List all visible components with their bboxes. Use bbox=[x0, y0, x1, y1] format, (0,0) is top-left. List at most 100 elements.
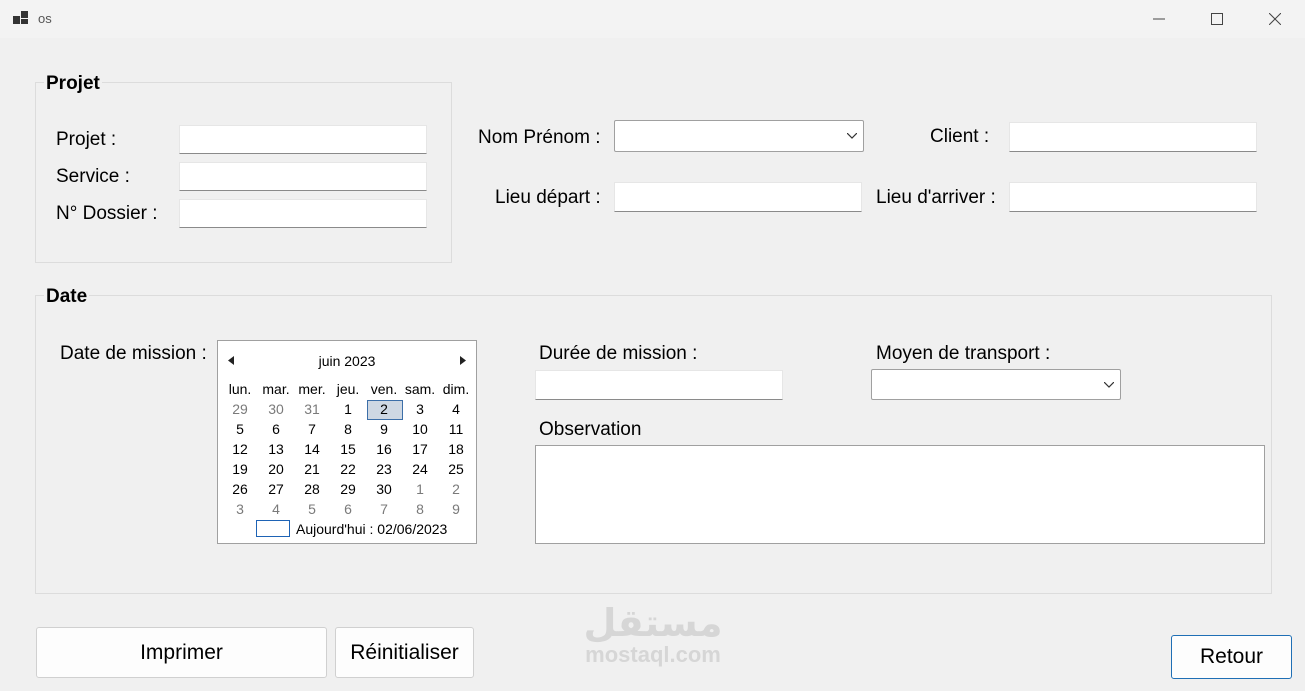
month-calendar[interactable]: juin 2023 lun. mar. mer. jeu. ven. sam. dim. 29… bbox=[217, 340, 477, 544]
maximize-button[interactable] bbox=[1188, 0, 1246, 38]
weekday-header: mer. bbox=[298, 381, 326, 397]
calendar-day[interactable]: 27 bbox=[258, 479, 294, 499]
calendar-day[interactable]: 7 bbox=[366, 499, 402, 519]
calendar-day[interactable]: 30 bbox=[258, 399, 294, 419]
calendar-day[interactable]: 23 bbox=[366, 459, 402, 479]
calendar-day[interactable]: 3 bbox=[222, 499, 258, 519]
calendar-day[interactable]: 30 bbox=[366, 479, 402, 499]
calendar-day[interactable]: 5 bbox=[294, 499, 330, 519]
app-icon bbox=[13, 11, 29, 25]
calendar-day[interactable]: 3 bbox=[402, 399, 438, 419]
calendar-day[interactable]: 19 bbox=[222, 459, 258, 479]
calendar-day[interactable]: 28 bbox=[294, 479, 330, 499]
watermark-arabic: مستقل bbox=[583, 601, 723, 645]
calendar-day[interactable]: 8 bbox=[330, 419, 366, 439]
weekday-header: sam. bbox=[404, 381, 436, 397]
calendar-day[interactable]: 31 bbox=[294, 399, 330, 419]
calendar-day[interactable]: 11 bbox=[438, 419, 474, 439]
calendar-day-number: 14 bbox=[304, 441, 320, 457]
calendar-day[interactable]: 5 bbox=[222, 419, 258, 439]
close-icon bbox=[1269, 13, 1281, 25]
calendar-day-number: 25 bbox=[448, 461, 464, 477]
calendar-day[interactable]: 24 bbox=[402, 459, 438, 479]
calendar-day[interactable]: 8 bbox=[402, 499, 438, 519]
reinitialiser-button[interactable]: Réinitialiser bbox=[335, 627, 474, 678]
calendar-day-number: 4 bbox=[272, 501, 280, 517]
lieu-depart-input[interactable] bbox=[614, 182, 862, 212]
calendar-today[interactable]: Aujourd'hui : 02/06/2023 bbox=[256, 520, 447, 537]
calendar-day[interactable]: 4 bbox=[438, 399, 474, 419]
calendar-day[interactable]: 17 bbox=[402, 439, 438, 459]
calendar-day[interactable]: 9 bbox=[438, 499, 474, 519]
next-month-button[interactable] bbox=[456, 353, 470, 367]
minimize-button[interactable] bbox=[1130, 0, 1188, 38]
calendar-day-number: 30 bbox=[268, 401, 284, 417]
calendar-day[interactable]: 18 bbox=[438, 439, 474, 459]
weekday-header: mar. bbox=[262, 381, 290, 397]
calendar-day-number: 31 bbox=[304, 401, 320, 417]
calendar-day-number: 15 bbox=[340, 441, 356, 457]
calendar-day[interactable]: 10 bbox=[402, 419, 438, 439]
calendar-day[interactable]: 6 bbox=[258, 419, 294, 439]
calendar-day[interactable]: 14 bbox=[294, 439, 330, 459]
calendar-day[interactable]: 1 bbox=[330, 399, 366, 419]
calendar-week-row: 19 20 21 22 23 24 25 bbox=[222, 459, 474, 479]
calendar-day[interactable]: 29 bbox=[222, 399, 258, 419]
client-input[interactable] bbox=[1009, 122, 1257, 152]
calendar-day[interactable]: 22 bbox=[330, 459, 366, 479]
calendar-day[interactable]: 16 bbox=[366, 439, 402, 459]
transport-combobox[interactable] bbox=[871, 369, 1121, 400]
calendar-day-number: 28 bbox=[304, 481, 320, 497]
duree-input[interactable] bbox=[535, 370, 783, 400]
projet-group-title: Projet bbox=[44, 73, 102, 95]
service-input[interactable] bbox=[179, 162, 427, 191]
dossier-input[interactable] bbox=[179, 199, 427, 228]
calendar-day[interactable]: 12 bbox=[222, 439, 258, 459]
calendar-day[interactable]: 9 bbox=[366, 419, 402, 439]
calendar-day-number: 24 bbox=[412, 461, 428, 477]
calendar-day[interactable]: 4 bbox=[258, 499, 294, 519]
weekday-header: ven. bbox=[370, 381, 398, 397]
calendar-day-number: 1 bbox=[344, 401, 352, 417]
nom-prenom-combobox[interactable] bbox=[614, 120, 864, 152]
calendar-day-number: 19 bbox=[232, 461, 248, 477]
calendar-week-row: 5 6 7 8 9 10 11 bbox=[222, 419, 474, 439]
calendar-week-row: 3 4 5 6 7 8 9 bbox=[222, 499, 474, 519]
minimize-icon bbox=[1153, 18, 1165, 20]
calendar-day-number: 20 bbox=[268, 461, 284, 477]
calendar-day[interactable]: 1 bbox=[402, 479, 438, 499]
client-label: Client : bbox=[930, 126, 990, 147]
calendar-day-number: 23 bbox=[376, 461, 392, 477]
calendar-day[interactable]: 29 bbox=[330, 479, 366, 499]
calendar-day-number: 22 bbox=[340, 461, 356, 477]
calendar-week-row: 29 30 31 1 2 3 4 bbox=[222, 399, 474, 420]
duree-label: Durée de mission : bbox=[539, 343, 698, 364]
calendar-day[interactable]: 25 bbox=[438, 459, 474, 479]
calendar-day-number: 6 bbox=[344, 501, 352, 517]
calendar-day[interactable]: 26 bbox=[222, 479, 258, 499]
calendar-day[interactable]: 2 bbox=[438, 479, 474, 499]
calendar-day-number: 5 bbox=[308, 501, 316, 517]
calendar-day-selected[interactable]: 2 bbox=[366, 399, 403, 420]
close-button[interactable] bbox=[1246, 0, 1304, 38]
calendar-day[interactable]: 7 bbox=[294, 419, 330, 439]
lieu-arriver-input[interactable] bbox=[1009, 182, 1257, 212]
retour-button[interactable]: Retour bbox=[1171, 635, 1292, 679]
calendar-day-number: 4 bbox=[452, 401, 460, 417]
projet-input[interactable] bbox=[179, 125, 427, 154]
calendar-day-number: 17 bbox=[412, 441, 428, 457]
calendar-day-number: 7 bbox=[380, 501, 388, 517]
calendar-day[interactable]: 21 bbox=[294, 459, 330, 479]
observation-label: Observation bbox=[539, 419, 642, 440]
calendar-month-title[interactable]: juin 2023 bbox=[218, 353, 476, 369]
calendar-day[interactable]: 13 bbox=[258, 439, 294, 459]
calendar-day-number: 8 bbox=[416, 501, 424, 517]
calendar-day-number: 1 bbox=[416, 481, 424, 497]
calendar-day-number: 9 bbox=[452, 501, 460, 517]
observation-textarea[interactable] bbox=[535, 445, 1265, 544]
imprimer-button[interactable]: Imprimer bbox=[36, 627, 327, 678]
calendar-day-number: 2 bbox=[380, 401, 388, 417]
calendar-day[interactable]: 6 bbox=[330, 499, 366, 519]
calendar-day[interactable]: 20 bbox=[258, 459, 294, 479]
calendar-day[interactable]: 15 bbox=[330, 439, 366, 459]
